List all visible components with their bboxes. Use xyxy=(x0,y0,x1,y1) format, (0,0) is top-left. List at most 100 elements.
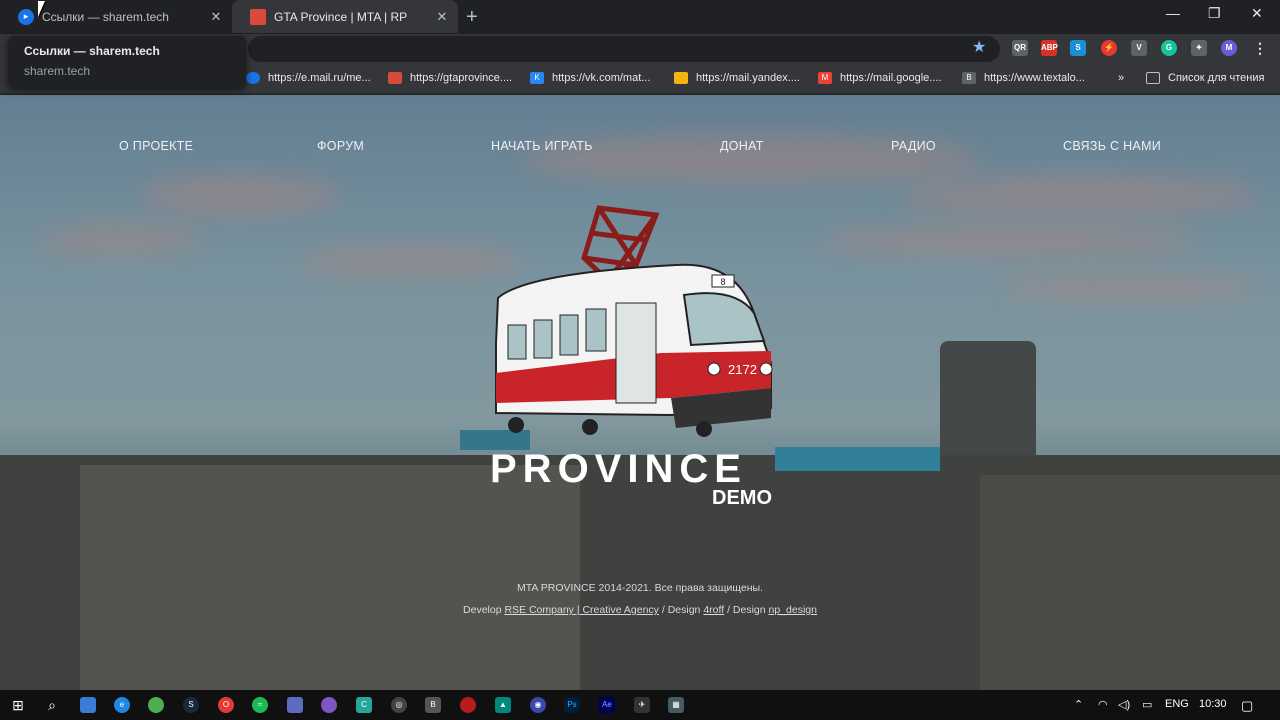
new-tab-button[interactable]: + xyxy=(466,6,478,29)
design2-link[interactable]: np_design xyxy=(769,604,817,616)
profile-icon[interactable]: M xyxy=(1221,40,1237,56)
bookmark-label: https://gtaprovince.... xyxy=(410,72,513,84)
document-icon: B xyxy=(962,72,976,84)
bookmark-label: https://mail.yandex.... xyxy=(696,72,800,84)
reading-list-button[interactable]: Список для чтения xyxy=(1146,72,1264,84)
app3-icon[interactable]: B xyxy=(425,697,441,713)
calculator-icon[interactable]: ▦ xyxy=(668,697,684,713)
design2-prefix: / Design xyxy=(727,604,766,616)
wheel xyxy=(582,419,598,435)
aftereffects-icon[interactable]: Ae xyxy=(599,697,615,713)
bolt-icon[interactable]: ⚡ xyxy=(1101,40,1117,56)
bookmark-item[interactable]: https://e.mail.ru/me... xyxy=(246,72,371,84)
route-number: 8 xyxy=(720,277,725,287)
reading-list-label: Список для чтения xyxy=(1168,72,1265,84)
nav-donate[interactable]: ДОНАТ xyxy=(720,139,764,153)
nav-radio[interactable]: РАДИО xyxy=(891,139,936,153)
tab-sharem[interactable]: ▸ Ссылки — sharem.tech ✕ xyxy=(0,0,232,33)
nav-forum[interactable]: ФОРУМ xyxy=(317,139,364,153)
battery-icon[interactable]: ▭ xyxy=(1142,698,1152,711)
wheel xyxy=(696,421,712,437)
edge-icon[interactable]: e xyxy=(114,697,130,713)
bookmark-label: https://vk.com/mat... xyxy=(552,72,651,84)
design-prefix: / Design xyxy=(661,604,701,616)
app-icon[interactable] xyxy=(287,697,303,713)
taskbar: ⊞ ⌕ e S O ≈ C ◎ B ▲ ◉ Ps Ae ✈ ▦ ⌃ ◠ ◁) ▭… xyxy=(0,690,1280,720)
opera-icon[interactable]: O xyxy=(218,697,234,713)
nav-about[interactable]: О ПРОЕКТЕ xyxy=(119,139,193,153)
bookmark-item[interactable]: Khttps://vk.com/mat... xyxy=(530,72,650,84)
tab-title: Ссылки — sharem.tech xyxy=(42,9,169,24)
app2-icon[interactable]: C xyxy=(356,697,372,713)
logo-title: PROVINCE xyxy=(490,447,747,491)
nav-contact[interactable]: СВЯЗЬ С НАМИ xyxy=(1063,139,1161,153)
app4-icon[interactable] xyxy=(460,697,476,713)
bookmark-label: https://e.mail.ru/me... xyxy=(268,72,371,84)
tab-strip: ▸ Ссылки — sharem.tech ✕ GTA Province | … xyxy=(0,0,1280,34)
logo-subtitle: DEMO xyxy=(712,487,772,509)
close-tab-icon[interactable]: ✕ xyxy=(432,9,452,25)
tram-window xyxy=(507,324,527,360)
tram-door xyxy=(615,302,657,404)
chevron-up-icon[interactable]: ⌃ xyxy=(1074,698,1083,711)
wheel xyxy=(508,417,524,433)
wifi-icon[interactable]: ◠ xyxy=(1098,698,1108,711)
bookmarks-overflow-button[interactable]: » xyxy=(1118,72,1124,84)
gmail-icon: M xyxy=(818,72,832,84)
design-link[interactable]: 4roff xyxy=(703,604,724,616)
reading-list-icon xyxy=(1146,72,1160,84)
tor-icon[interactable] xyxy=(321,697,337,713)
close-window-button[interactable]: ✕ xyxy=(1251,5,1263,22)
qr-code-icon[interactable]: QR xyxy=(1012,40,1028,56)
menu-icon[interactable]: ⋮ xyxy=(1252,40,1268,56)
close-tab-icon[interactable]: ✕ xyxy=(206,9,226,25)
app7-icon[interactable]: ✈ xyxy=(634,697,650,713)
bookmark-label: https://www.textalo... xyxy=(984,72,1085,84)
address-bar[interactable] xyxy=(248,36,1000,62)
bookmark-star-icon[interactable]: ★ xyxy=(972,37,986,57)
windows-start-icon[interactable]: ⊞ xyxy=(10,697,26,713)
maximize-button[interactable]: ❐ xyxy=(1208,5,1221,22)
bookmark-item[interactable]: https://mail.yandex.... xyxy=(674,72,800,84)
headlight xyxy=(759,362,773,376)
notifications-icon[interactable]: ▢ xyxy=(1241,698,1253,714)
bookmark-item[interactable]: https://gtaprovince.... xyxy=(388,72,512,84)
vk-icon: K xyxy=(530,72,544,84)
clock[interactable]: 10:30 xyxy=(1199,698,1227,710)
volume-icon[interactable]: ◁) xyxy=(1118,698,1130,711)
bookmark-item[interactable]: Mhttps://mail.google.... xyxy=(818,72,942,84)
credits: Develop RSE Company | Creative Agency / … xyxy=(0,604,1280,616)
language-indicator[interactable]: ENG xyxy=(1165,698,1189,710)
app6-icon[interactable]: ◉ xyxy=(530,697,546,713)
adblock-icon[interactable]: ABP xyxy=(1041,40,1058,56)
tram-window xyxy=(585,308,607,352)
tram-window xyxy=(533,319,553,359)
tab-gta-province[interactable]: GTA Province | MTA | RP ✕ xyxy=(232,0,458,33)
tab-favicon-icon xyxy=(250,8,266,25)
app5-icon[interactable]: ▲ xyxy=(495,697,511,713)
grammarly-icon[interactable]: G xyxy=(1161,40,1177,56)
skype-icon[interactable]: S xyxy=(1070,40,1086,56)
tram-number: 2172 xyxy=(728,362,757,377)
bookmark-label: https://mail.google.... xyxy=(840,72,942,84)
develop-prefix: Develop xyxy=(463,604,502,616)
spotify-icon[interactable]: ≈ xyxy=(252,697,268,713)
copyright: MTA PROVINCE 2014-2021. Все права защище… xyxy=(517,582,763,594)
puzzle-icon[interactable]: ✦ xyxy=(1191,40,1207,56)
search-icon[interactable]: ⌕ xyxy=(44,697,60,713)
nav-start-playing[interactable]: НАЧАТЬ ИГРАТЬ xyxy=(491,139,593,153)
photoshop-icon[interactable]: Ps xyxy=(564,697,580,713)
explorer-icon[interactable] xyxy=(80,697,96,713)
chrome-icon[interactable] xyxy=(148,697,164,713)
steam-icon[interactable]: S xyxy=(183,697,199,713)
tab-title: GTA Province | MTA | RP xyxy=(274,9,408,24)
shield-icon[interactable]: V xyxy=(1131,40,1147,56)
tab-favicon-icon: ▸ xyxy=(18,8,34,25)
bookmark-item[interactable]: Bhttps://www.textalo... xyxy=(962,72,1085,84)
pantograph xyxy=(581,205,660,276)
develop-link[interactable]: RSE Company | Creative Agency xyxy=(504,604,658,616)
tram-window xyxy=(559,314,579,356)
minimize-button[interactable]: — xyxy=(1166,5,1180,21)
mail-icon xyxy=(246,72,260,84)
obs-icon[interactable]: ◎ xyxy=(391,697,407,713)
